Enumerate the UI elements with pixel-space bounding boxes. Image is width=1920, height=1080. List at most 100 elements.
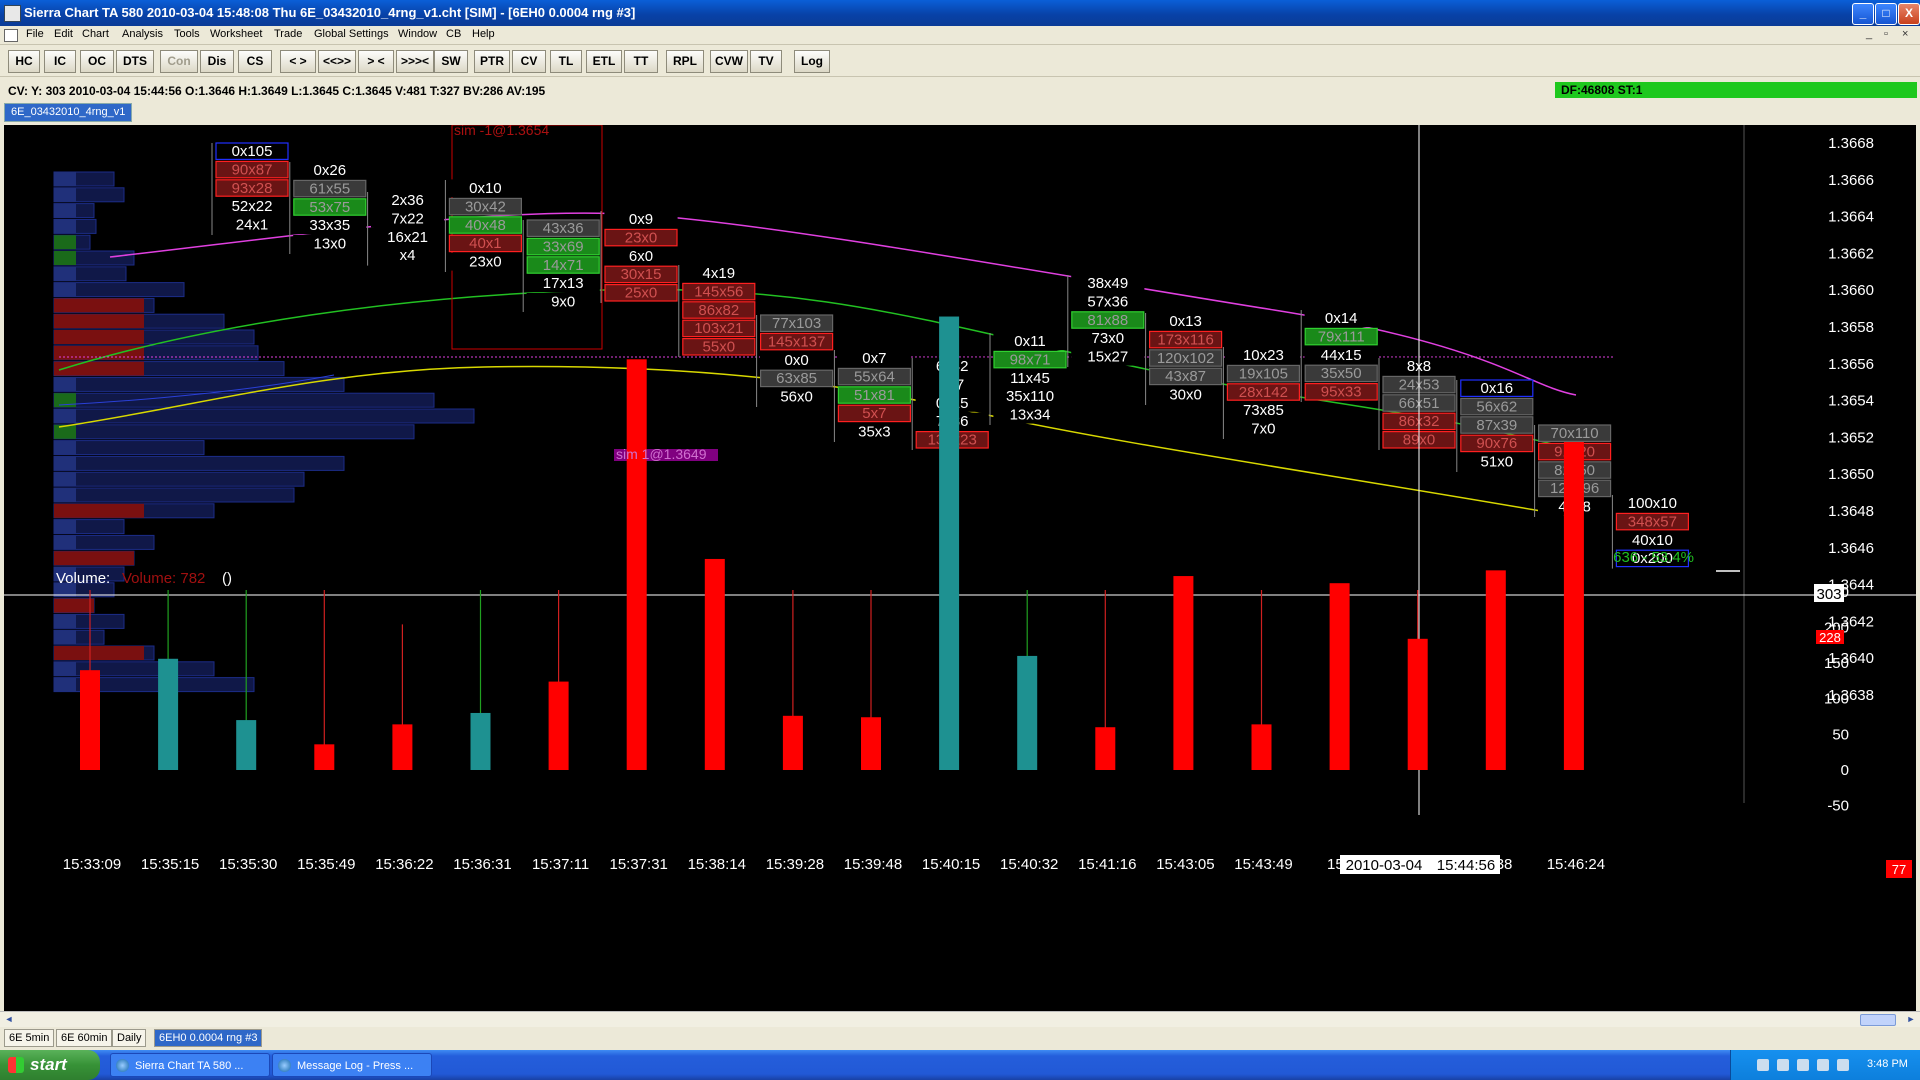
menu-window[interactable]: Window <box>398 28 437 40</box>
footprint-cell-text: 9x0 <box>551 294 575 311</box>
task-label-message: Message Log - Press ... <box>297 1060 414 1072</box>
footprint-cell-text: 33x69 <box>543 238 584 255</box>
profile-bar-core <box>54 535 76 550</box>
chart-area[interactable]: 0x105 90x87 93x28 52x22 24x1 0x26 61x55 53x75 33… <box>4 122 1916 1011</box>
chart-tabs: 6E 5min 6E 60min Daily 6EH0 0.0004 rng #… <box>0 1027 1920 1047</box>
oc-button[interactable]: OC <box>80 50 114 73</box>
minimize-button[interactable]: _ <box>1852 3 1874 25</box>
footprint-cell-text: 24x1 <box>236 217 269 234</box>
footprint-cell-text: 30x42 <box>465 198 506 215</box>
sierra-chart-icon <box>116 1059 129 1072</box>
scroll-right-icon[interactable]: ► <box>1904 1013 1918 1025</box>
network-tray-icon[interactable] <box>1797 1059 1809 1071</box>
volume-bar <box>236 720 257 770</box>
volume-bar <box>470 712 491 770</box>
volume-tray-icon[interactable] <box>1817 1059 1829 1071</box>
profile-bar <box>53 471 305 487</box>
footprint-bar: 0x13173x116 120x10243x87 30x0 <box>1145 312 1223 405</box>
footprint-cell-text: 35x50 <box>1321 365 1362 382</box>
etl-button[interactable]: ETL <box>586 50 622 73</box>
profile-bar-core <box>54 377 76 392</box>
chartbook-tab[interactable]: 6E_03432010_4rng_v1 <box>4 103 133 122</box>
help-tray-icon[interactable] <box>1757 1059 1769 1071</box>
menu-file[interactable]: File <box>26 28 44 40</box>
con-button[interactable]: Con <box>160 50 198 73</box>
tv-button[interactable]: TV <box>750 50 782 73</box>
scroll-right-button[interactable]: >>>< <box>396 50 434 73</box>
footprint-bar: 0x923x0 6x030x15 25x0 <box>600 210 678 303</box>
tab-6e-5min[interactable]: 6E 5min <box>4 1029 55 1047</box>
menu-trade[interactable]: Trade <box>274 28 302 40</box>
rpl-button[interactable]: RPL <box>666 50 704 73</box>
menu-analysis[interactable]: Analysis <box>122 28 163 40</box>
ic-button[interactable]: IC <box>44 50 76 73</box>
menu-global-settings[interactable]: Global Settings <box>314 28 389 40</box>
menu-cb[interactable]: CB <box>446 28 461 40</box>
time-tick-label: 15:35:49 <box>297 856 355 873</box>
footprint-bar: 0x1198x71 11x4535x110 13x34 <box>989 332 1067 425</box>
tt-button[interactable]: TT <box>624 50 658 73</box>
footprint-cell-text: 90x87 <box>232 161 273 178</box>
tl-button[interactable]: TL <box>550 50 582 73</box>
scroll-center-button[interactable]: < > <box>280 50 316 73</box>
time-tick-label: 15:46:24 <box>1547 856 1605 873</box>
time-tick-label: 15:36:22 <box>375 856 433 873</box>
profile-bar <box>53 424 415 440</box>
ptr-button[interactable]: PTR <box>474 50 510 73</box>
mdi-minimize-icon[interactable]: _ <box>1866 28 1872 40</box>
menu-tools[interactable]: Tools <box>174 28 200 40</box>
volume-tick-label: 150 <box>1824 655 1849 672</box>
menu-edit[interactable]: Edit <box>54 28 73 40</box>
time-tick-label: 15:39:28 <box>766 856 824 873</box>
tab-6eh0-range[interactable]: 6EH0 0.0004 rng #3 <box>154 1029 263 1047</box>
hc-button[interactable]: HC <box>8 50 40 73</box>
cv-button[interactable]: CV <box>512 50 546 73</box>
volume-extra: () <box>222 570 232 587</box>
log-button[interactable]: Log <box>794 50 830 73</box>
time-tick-label: 15:36:31 <box>453 856 511 873</box>
profile-bar-core <box>54 203 76 218</box>
scroll-thumb[interactable] <box>1860 1014 1896 1026</box>
price-tick-label: 1.3650 <box>1828 466 1874 483</box>
maximize-button[interactable]: □ <box>1875 3 1897 25</box>
footprint-bar: 0x755x64 51x815x7 35x3 <box>833 349 912 442</box>
sw-button[interactable]: SW <box>434 50 468 73</box>
horizontal-scrollbar[interactable]: ◄ ► <box>0 1011 1920 1027</box>
close-button[interactable]: X <box>1898 3 1920 25</box>
footprint-cell-text: 0x7 <box>862 350 886 367</box>
cs-button[interactable]: CS <box>238 50 272 73</box>
volume-label: Volume: <box>56 570 110 587</box>
time-tick-label: 15:43:05 <box>1156 856 1214 873</box>
sim-short-label: sim -1@1.3654 <box>454 125 549 138</box>
mdi-close-icon[interactable]: × <box>1902 28 1908 40</box>
security-tray-icon[interactable] <box>1777 1059 1789 1071</box>
footprint-cell-text: 5x7 <box>862 405 886 422</box>
scroll-expand-button[interactable]: <<>> <box>318 50 356 73</box>
cursor-volume-red-text: 228 <box>1819 630 1841 645</box>
volume-bar <box>1329 583 1350 770</box>
mdi-restore-icon[interactable]: ▫ <box>1884 28 1888 40</box>
volume-bar <box>80 670 100 770</box>
dts-button[interactable]: DTS <box>116 50 154 73</box>
footprint-cell-text: 4x19 <box>703 265 736 282</box>
price-chart[interactable]: 0x10590x8793x2852x2224x10x2661x5553x7533… <box>4 122 1916 1011</box>
footprint-cell-text: 77x103 <box>772 315 821 332</box>
title-bar: Sierra Chart TA 580 2010-03-04 15:48:08 … <box>0 0 1920 26</box>
menu-chart[interactable]: Chart <box>82 28 109 40</box>
start-button[interactable]: start <box>0 1050 100 1080</box>
volume-bar <box>1017 655 1038 770</box>
volume-bar <box>1251 724 1272 770</box>
task-sierra-chart[interactable]: Sierra Chart TA 580 ... <box>110 1053 270 1077</box>
menu-help[interactable]: Help <box>472 28 495 40</box>
tab-6e-60min[interactable]: 6E 60min <box>56 1029 113 1047</box>
scroll-compress-button[interactable]: > < <box>358 50 394 73</box>
scroll-left-icon[interactable]: ◄ <box>2 1013 16 1025</box>
volume-bar <box>1485 570 1506 770</box>
cvw-button[interactable]: CVW <box>710 50 748 73</box>
time-tick-label: 15:41:16 <box>1078 856 1136 873</box>
dis-button[interactable]: Dis <box>200 50 234 73</box>
update-tray-icon[interactable] <box>1837 1059 1849 1071</box>
menu-worksheet[interactable]: Worksheet <box>210 28 262 40</box>
tab-daily[interactable]: Daily <box>112 1029 147 1047</box>
task-message-log[interactable]: Message Log - Press ... <box>272 1053 432 1077</box>
